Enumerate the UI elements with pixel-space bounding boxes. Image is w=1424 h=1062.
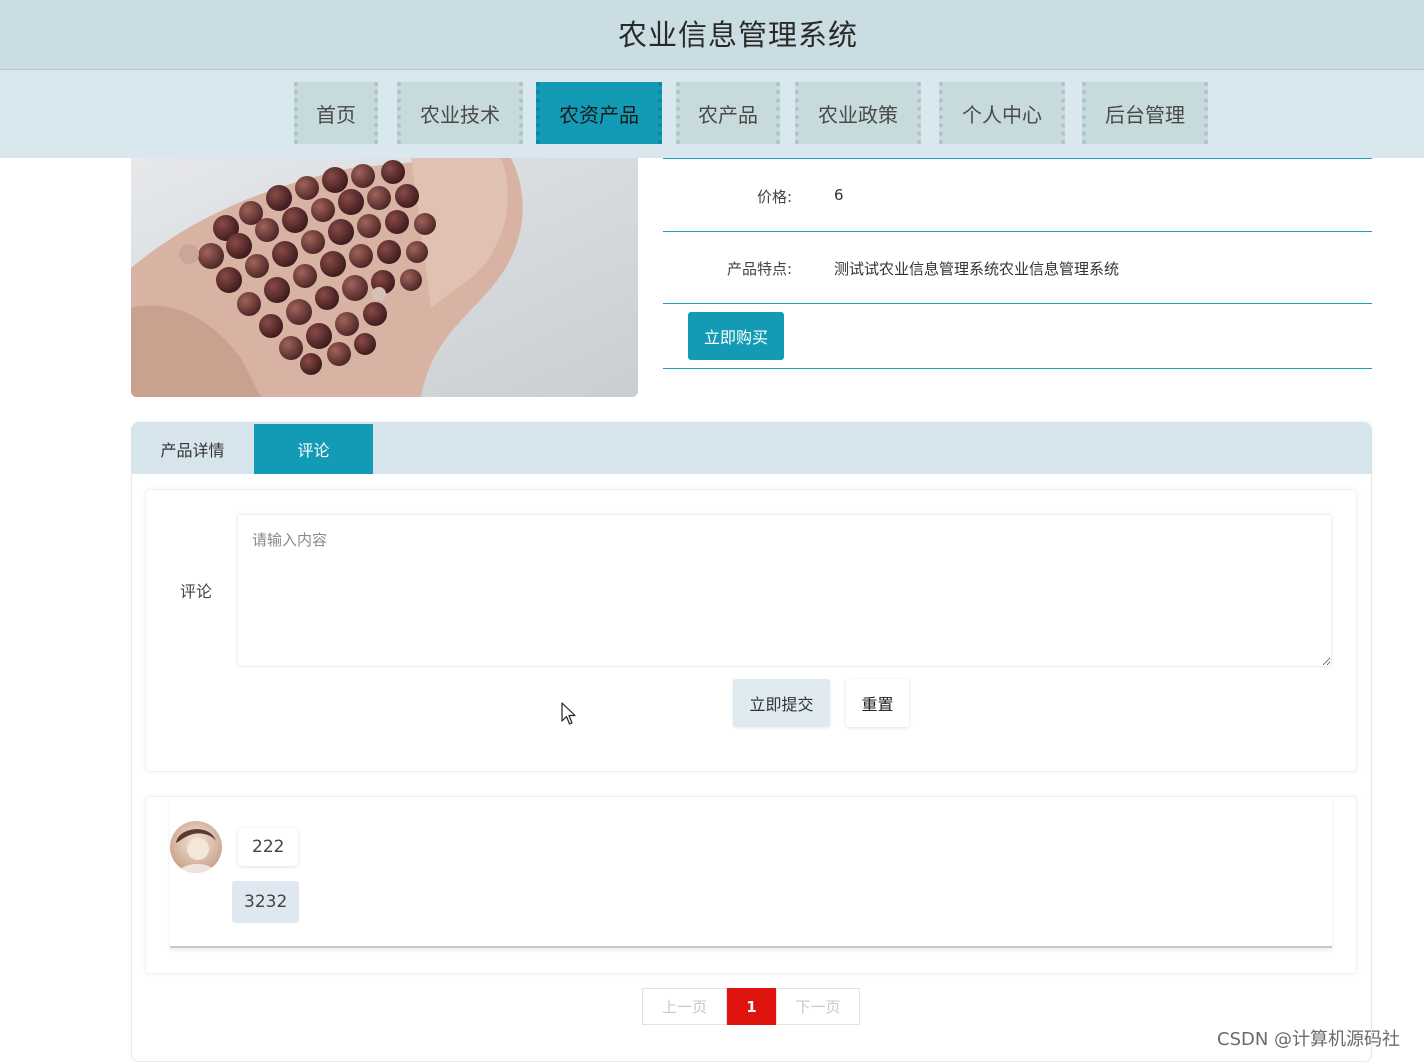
tab-product-details[interactable]: 产品详情 [131,424,254,474]
nav-item-admin[interactable]: 后台管理 [1082,82,1208,144]
prev-page-button[interactable]: 上一页 [642,988,727,1025]
product-image [131,158,638,397]
nav-item-agri-tech[interactable]: 农业技术 [397,82,523,144]
submit-button[interactable]: 立即提交 [733,679,830,727]
nav-item-agri-products[interactable]: 农产品 [676,82,780,144]
feature-value: 测试试农业信息管理系统农业信息管理系统 [834,260,1120,278]
info-divider [663,303,1372,304]
watermark: CSDN @计算机源码社 [1217,1029,1401,1050]
mouse-cursor-icon [561,702,577,730]
price-value: 6 [834,186,844,204]
nav-item-home[interactable]: 首页 [294,82,378,144]
tab-comments[interactable]: 评论 [254,424,373,474]
comment-content: 222 [238,828,299,866]
comment-reply: 3232 [232,881,300,923]
comment-input[interactable] [237,514,1332,667]
page-number-button[interactable]: 1 [727,988,776,1025]
next-page-button[interactable]: 下一页 [776,988,860,1025]
info-divider [663,368,1372,369]
info-divider [663,231,1372,232]
price-label: 价格: [756,188,792,206]
user-avatar-icon [170,821,222,873]
nav-item-agri-supplies[interactable]: 农资产品 [536,82,662,144]
feature-label: 产品特点: [726,260,792,278]
comment-label: 评论 [180,582,213,601]
reset-button[interactable]: 重置 [846,679,909,727]
info-divider [663,158,1372,159]
comment-item [170,797,1332,948]
site-title: 农业信息管理系统 [617,18,858,52]
nav-item-personal-center[interactable]: 个人中心 [939,82,1065,144]
buy-now-button[interactable]: 立即购买 [688,312,784,360]
nav-item-agri-policy[interactable]: 农业政策 [795,82,921,144]
